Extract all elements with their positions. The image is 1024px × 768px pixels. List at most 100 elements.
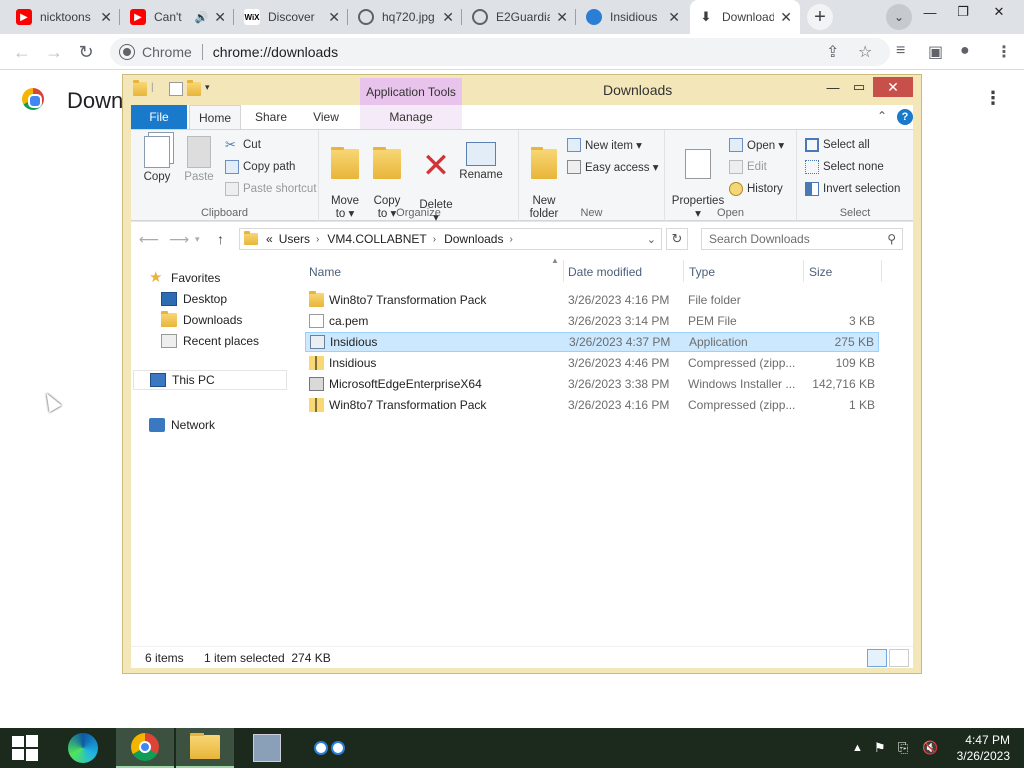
select-none-button[interactable]: Select none [805, 160, 884, 174]
copy-button[interactable]: Copy [139, 136, 175, 183]
tab-home[interactable]: Home [189, 105, 241, 129]
show-hidden-icons[interactable]: ▲ [852, 728, 863, 768]
select-all-button[interactable]: Select all [805, 138, 870, 152]
back-arrow-icon[interactable]: ⟵ [139, 231, 159, 248]
history-button[interactable]: History [729, 182, 783, 196]
nav-downloads[interactable]: Downloads [161, 311, 242, 327]
close-icon[interactable]: ✕ [214, 9, 226, 26]
customize-qat-icon[interactable]: ▾ [205, 82, 213, 96]
column-type[interactable]: Type [689, 265, 715, 279]
up-arrow-icon[interactable]: ↑ [217, 231, 224, 247]
column-date-modified[interactable]: Date modified [568, 265, 642, 279]
share-icon[interactable]: ⇪ [826, 42, 839, 62]
network-tray-icon[interactable]: ⎘ [898, 728, 908, 768]
file-row[interactable]: Win8to7 Transformation Pack 3/26/2023 4:… [305, 290, 879, 310]
file-row[interactable]: Insidious 3/26/2023 4:46 PM Compressed (… [305, 353, 879, 373]
address-bar[interactable]: « Users › VM4.COLLABNET › Downloads › ⌄ [239, 228, 662, 250]
tab-e2guardian[interactable]: E2Guardian ✕ [464, 0, 576, 34]
side-panel-icon[interactable]: ▣ [928, 42, 943, 62]
properties-icon[interactable] [169, 82, 183, 96]
omnibox[interactable]: Chrome chrome://downloads [110, 38, 890, 66]
back-arrow-icon[interactable]: ← [10, 40, 34, 64]
page-menu-icon[interactable]: ⋮ [984, 88, 1002, 109]
chevron-up-icon[interactable]: ⌃ [877, 109, 887, 123]
nav-desktop[interactable]: Desktop [161, 292, 227, 306]
chevron-right-icon[interactable]: › [316, 234, 319, 245]
breadcrumb-users[interactable]: Users [279, 232, 310, 246]
tab-hq720[interactable]: hq720.jpg ✕ [350, 0, 462, 34]
close-icon[interactable]: ✕ [668, 9, 680, 26]
taskbar-explorer[interactable] [176, 728, 234, 768]
new-folder-icon[interactable] [187, 80, 201, 96]
bookmark-star-icon[interactable]: ☆ [858, 42, 872, 62]
close-icon[interactable]: ✕ [442, 9, 454, 26]
breadcrumb-downloads[interactable]: Downloads [444, 232, 503, 246]
taskbar-tools[interactable] [238, 728, 296, 768]
restore-button[interactable]: ❐ [946, 0, 980, 24]
new-tab-button[interactable]: + [807, 4, 833, 30]
large-icons-view-icon[interactable] [889, 649, 909, 667]
tab-downloads[interactable]: ⬇ Downloads ✕ [690, 0, 800, 34]
taskbar-edge[interactable] [54, 728, 112, 768]
tab-insidious[interactable]: Insidious ✕ [578, 0, 688, 34]
nav-network[interactable]: Network [149, 418, 215, 432]
close-window-button[interactable]: ✕ [982, 0, 1016, 24]
file-row-selected[interactable]: Insidious 3/26/2023 4:37 PM Application … [305, 332, 879, 352]
close-icon[interactable]: ✕ [100, 9, 112, 26]
column-name[interactable]: Name [309, 265, 341, 279]
volume-muted-icon[interactable]: 🔇 [922, 728, 938, 768]
forward-arrow-icon[interactable]: → [42, 40, 66, 64]
minimize-button[interactable]: — [821, 77, 845, 97]
media-controls-icon[interactable]: ≡ [896, 42, 905, 60]
paste-button[interactable]: Paste [181, 136, 217, 183]
new-item-button[interactable]: New item ▾ [567, 138, 642, 152]
paste-shortcut-button[interactable]: Paste shortcut [225, 182, 317, 196]
profile-icon[interactable]: ● [960, 42, 970, 60]
tab-youtube-cant[interactable]: ▶ Can't 🔊 ✕ [122, 0, 234, 34]
column-size[interactable]: Size [809, 265, 832, 279]
close-icon[interactable]: ✕ [328, 9, 340, 26]
details-view-icon[interactable] [867, 649, 887, 667]
help-icon[interactable]: ? [897, 109, 913, 125]
nav-favorites[interactable]: ★ Favorites [149, 270, 220, 285]
tab-file[interactable]: File [131, 105, 187, 129]
nav-this-pc[interactable]: This PC [133, 370, 287, 390]
clock[interactable]: 4:47 PM 3/26/2023 [957, 732, 1010, 764]
search-input[interactable]: Search Downloads ⚲ [701, 228, 903, 250]
tab-nicktoons[interactable]: ▶ nicktoons ✕ [8, 0, 120, 34]
tab-discover[interactable]: WiX Discover ✕ [236, 0, 348, 34]
easy-access-button[interactable]: Easy access ▾ [567, 160, 659, 174]
rename-button[interactable]: Rename [459, 136, 503, 181]
minimize-button[interactable]: — [913, 0, 947, 24]
search-icon[interactable]: ⚲ [887, 232, 896, 246]
close-icon[interactable]: ✕ [780, 9, 792, 26]
forward-arrow-icon[interactable]: ⟶ [169, 231, 189, 248]
open-button[interactable]: Open ▾ [729, 138, 784, 152]
speaker-icon[interactable]: 🔊 [195, 11, 209, 24]
edit-button[interactable]: Edit [729, 160, 767, 174]
reload-icon[interactable]: ↻ [74, 40, 98, 64]
maximize-button[interactable]: ▭ [847, 77, 871, 97]
tab-view[interactable]: View [303, 105, 349, 129]
tab-manage[interactable]: Manage [371, 105, 451, 129]
file-row[interactable]: MicrosoftEdgeEnterpriseX64 3/26/2023 3:3… [305, 374, 879, 394]
tab-search-button[interactable]: ⌄ [886, 4, 912, 30]
breadcrumb-user[interactable]: VM4.COLLABNET [327, 232, 426, 246]
close-icon[interactable]: ✕ [556, 9, 568, 26]
tab-share[interactable]: Share [247, 105, 295, 129]
menu-kebab-icon[interactable]: ⋮ [996, 42, 1012, 62]
start-button[interactable] [0, 728, 50, 768]
copy-path-button[interactable]: Copy path [225, 160, 295, 174]
cut-button[interactable]: ✂ Cut [225, 138, 261, 152]
close-button[interactable]: ✕ [873, 77, 913, 97]
invert-selection-button[interactable]: Invert selection [805, 182, 900, 196]
nav-recent-places[interactable]: Recent places [161, 334, 259, 348]
recent-locations-icon[interactable]: ▾ [195, 234, 200, 245]
file-row[interactable]: Win8to7 Transformation Pack 3/26/2023 4:… [305, 395, 879, 415]
chevron-right-icon[interactable]: › [433, 234, 436, 245]
taskbar-eyes[interactable] [300, 728, 358, 768]
taskbar-chrome[interactable] [116, 728, 174, 768]
chevron-down-icon[interactable]: ⌄ [647, 233, 656, 246]
file-row[interactable]: ca.pem 3/26/2023 3:14 PM PEM File 3 KB [305, 311, 879, 331]
chevron-right-icon[interactable]: › [509, 234, 512, 245]
